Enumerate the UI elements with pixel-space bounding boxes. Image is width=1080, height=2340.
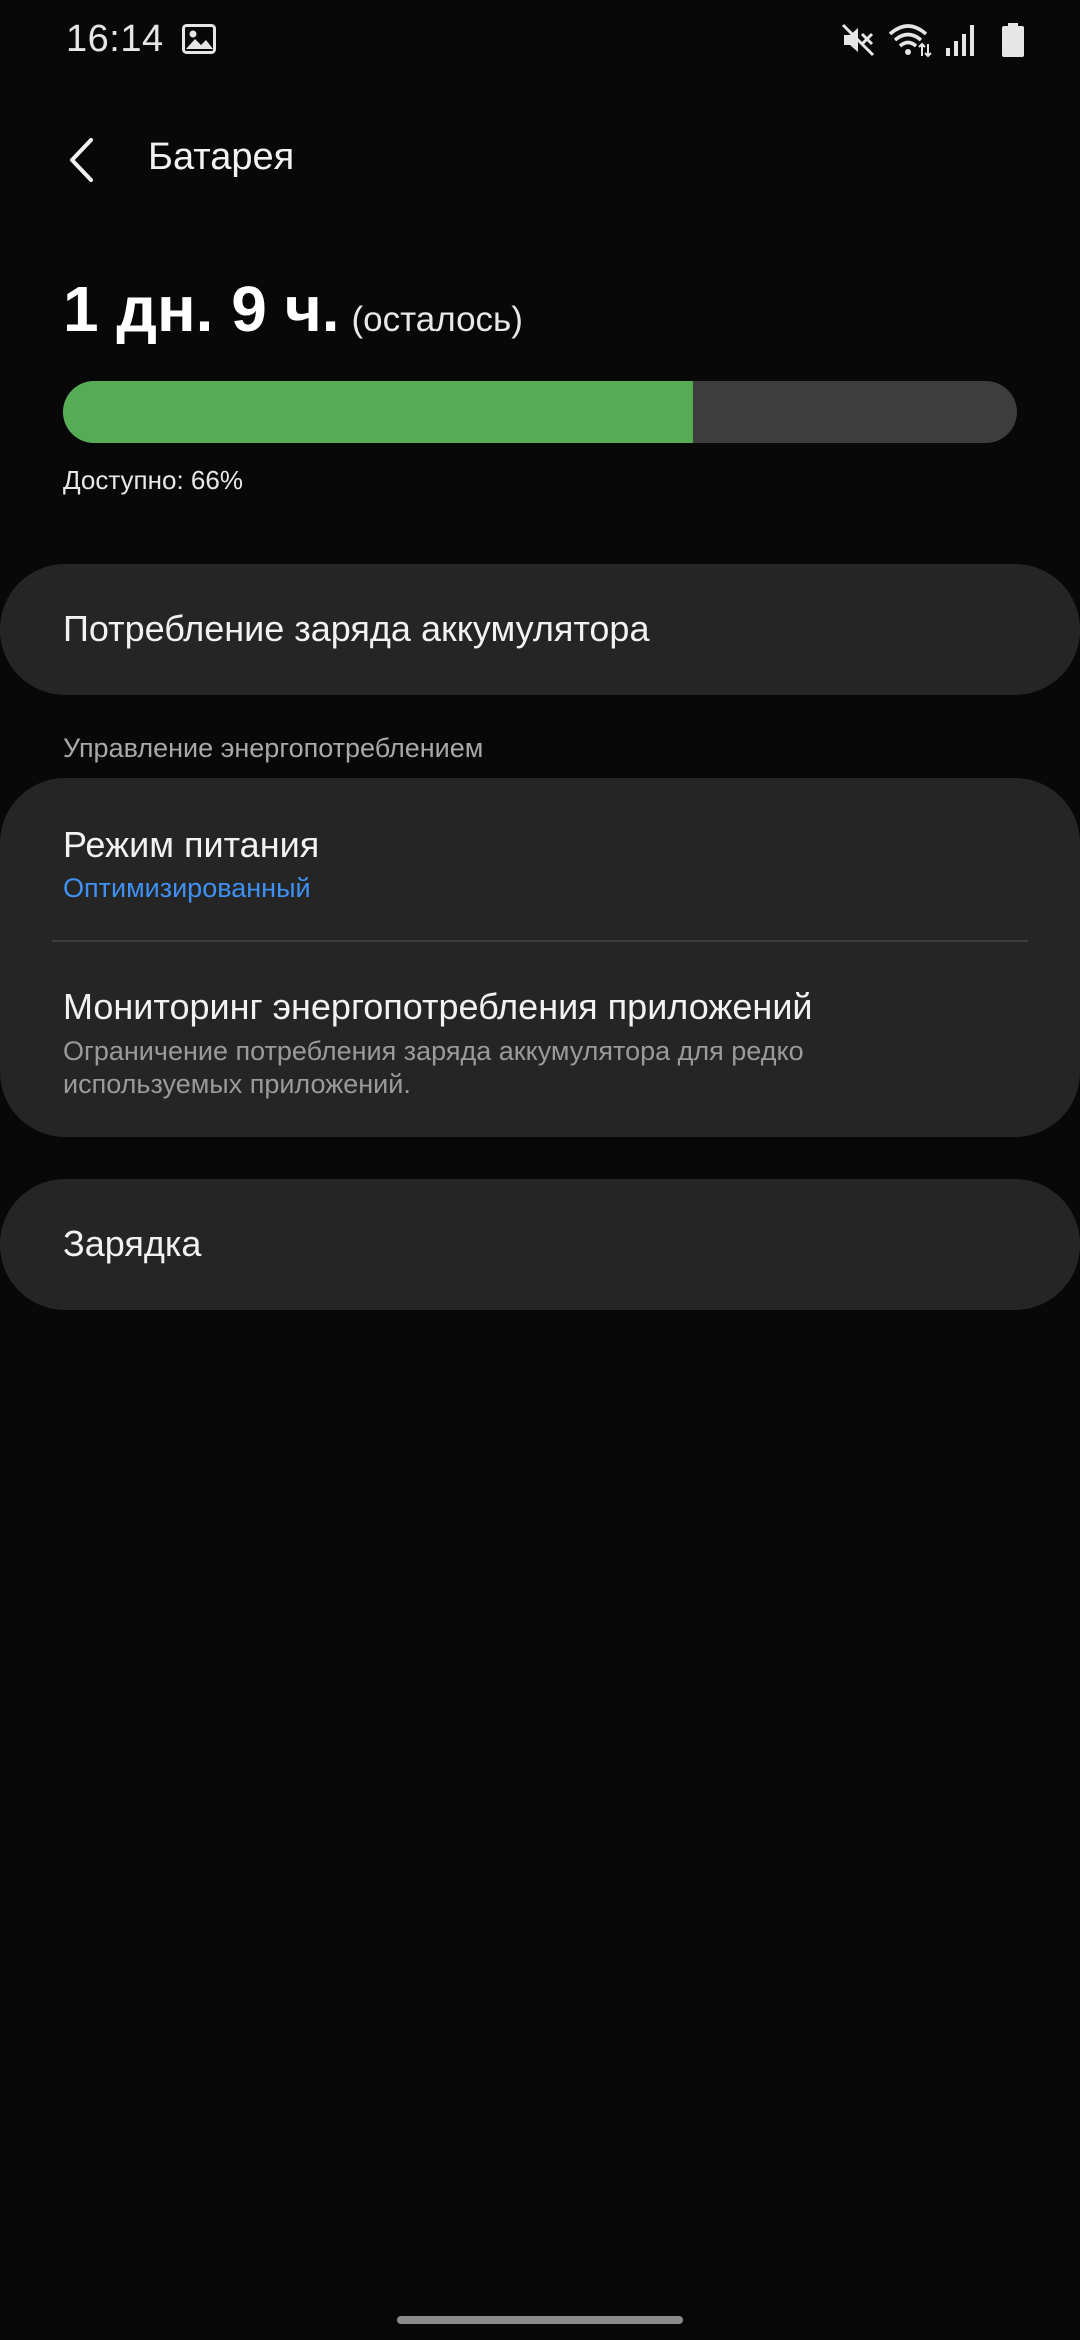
home-indicator[interactable] — [397, 2316, 683, 2324]
battery-usage-item[interactable]: Потребление заряда аккумулятора — [0, 564, 1080, 695]
battery-icon — [1002, 23, 1024, 57]
status-bar: 16:14 — [0, 0, 1080, 84]
charging-label: Зарядка — [63, 1223, 202, 1264]
app-header: Батарея — [0, 110, 1080, 210]
battery-usage-label: Потребление заряда аккумулятора — [63, 608, 650, 649]
remaining-suffix: (осталось) — [351, 300, 523, 339]
power-management-group: Режим питания Оптимизированный Мониторин… — [0, 778, 1080, 1137]
battery-level-fill — [63, 381, 693, 443]
chevron-left-icon — [70, 138, 93, 182]
charging-item[interactable]: Зарядка — [0, 1179, 1080, 1310]
back-button[interactable] — [50, 128, 114, 192]
power-mode-value: Оптимизированный — [63, 873, 311, 903]
signal-icon — [946, 25, 974, 56]
battery-level-bar — [63, 381, 1017, 443]
power-mode-item[interactable]: Режим питания Оптимизированный — [0, 778, 1080, 940]
app-power-monitor-item[interactable]: Мониторинг энергопотребления приложений … — [0, 942, 1080, 1137]
battery-remaining: 1 дн. 9 ч. (осталось) — [63, 272, 523, 346]
section-header-power-management: Управление энергопотреблением — [63, 733, 484, 763]
app-power-monitor-title: Мониторинг энергопотребления приложений — [63, 986, 813, 1027]
status-icons — [840, 22, 1080, 62]
wifi-icon — [888, 24, 932, 58]
mute-icon — [841, 23, 875, 57]
app-power-monitor-description: Ограничение потребления заряда аккумулят… — [63, 1036, 804, 1099]
remaining-time: 1 дн. 9 ч. — [63, 273, 340, 345]
power-mode-title: Режим питания — [63, 824, 320, 865]
page-title: Батарея — [148, 136, 295, 178]
status-time: 16:14 — [66, 18, 164, 60]
gallery-icon — [182, 24, 216, 54]
battery-available-text: Доступно: 66% — [63, 465, 243, 495]
